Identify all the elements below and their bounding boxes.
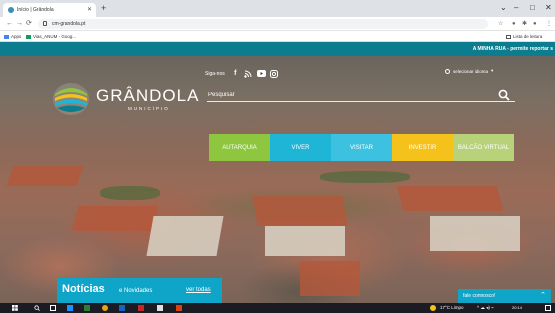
globe-icon [445,68,450,74]
logo-subtitle: MUNICÍPIO [128,106,170,111]
powerpoint-icon[interactable] [176,305,182,311]
photo-roof [71,206,159,231]
new-tab-button[interactable]: + [101,4,106,13]
system-tray-icons[interactable]: ^ ☁ ◂) ⌁ [477,305,494,311]
word-icon[interactable] [119,305,125,311]
browser-tab[interactable]: Início | Grândola ✕ [3,3,96,17]
rss-icon[interactable] [244,69,253,78]
weather-icon [430,305,436,311]
youtube-icon[interactable] [256,69,266,78]
photo-roof [6,166,84,186]
edge-icon[interactable] [67,305,73,311]
minimize-button[interactable]: – [514,3,518,12]
task-view-icon[interactable] [50,305,56,311]
browser-tab-bar: Início | Grândola ✕ + ⌄ – □ ✕ [0,0,555,17]
weather-text[interactable]: 17°C Limpo [440,305,464,311]
social-label: Siga-nos [205,70,225,77]
search-taskbar-icon[interactable] [34,305,40,311]
maximize-button[interactable]: □ [530,3,535,12]
bookmark-label: Lista de leitura [513,34,543,39]
excel-icon[interactable] [84,305,90,311]
news-subtitle: e Novidades [119,288,153,294]
windows-taskbar: 17°C Limpo ^ ☁ ◂) ⌁ 20:14 [0,303,555,313]
photo-roof [300,261,360,296]
language-label: selecionar idioma [453,68,489,74]
logo-name: GRÂNDOLA [96,86,200,105]
menu-autarquia[interactable]: AUTARQUIA [209,134,270,161]
back-icon[interactable]: ← [6,19,13,28]
facebook-icon[interactable]: f [231,69,240,78]
chrome-icon[interactable] [102,305,108,311]
search-icon[interactable] [498,89,510,101]
site-top-strip: A MINHA RUA - permite reportar s [0,42,555,56]
news-panel: Notícias e Novidades ver todas [57,278,222,303]
close-window-button[interactable]: ✕ [545,3,552,12]
contact-us-button[interactable]: fale connosco! ⌃ [458,289,551,303]
file-explorer-icon[interactable] [157,305,163,311]
search-input[interactable] [208,90,478,100]
url-field[interactable]: cm-grandola.pt [38,19,488,29]
reading-list[interactable]: Lista de leitura [506,34,542,39]
photo-roof [396,186,504,211]
bookmark-apps[interactable]: Apps [4,34,21,39]
photo-building [146,216,224,256]
windows-start-icon[interactable] [12,305,18,311]
grandola-logo-icon[interactable] [52,82,90,116]
news-title: Notícias [62,283,105,295]
reload-icon[interactable]: ⟳ [26,19,32,28]
chevron-down-icon: ▾ [491,68,494,73]
photo-building [430,216,520,251]
tab-search-icon[interactable]: ⌄ [500,3,507,12]
url-text: cm-grandola.pt [52,21,86,27]
menu-balcao-virtual[interactable]: BALCÃO VIRTUAL [453,134,514,161]
bookmark-label: Vias_ANUM - Goog... [33,34,77,39]
browser-menu-icon[interactable]: ⋮ [546,20,552,28]
menu-investir[interactable]: INVESTIR [392,134,453,161]
instagram-icon[interactable] [270,69,279,78]
chevron-up-icon: ⌃ [540,292,546,299]
profile-icon[interactable]: ● [533,20,537,28]
bookmark-vias[interactable]: Vias_ANUM - Goog... [26,34,76,39]
clock-time[interactable]: 20:14 [512,305,522,311]
app-icon[interactable] [138,305,144,311]
menu-viver[interactable]: VIVER [270,134,331,161]
site-search [207,88,515,102]
close-tab-icon[interactable]: ✕ [87,6,92,13]
extensions-puzzle-icon[interactable]: ✱ [522,20,527,28]
site-favicon-icon [8,7,14,13]
photo-trees [100,186,160,200]
photo-roof [252,196,348,226]
photo-building [265,226,345,256]
photo-trees [320,171,410,183]
bookmark-label: Apps [11,34,22,39]
reading-list-icon [506,34,511,39]
apps-grid-icon [4,34,9,39]
drive-icon [26,34,31,39]
bookmark-star-icon[interactable]: ☆ [498,20,503,28]
forward-icon[interactable]: → [16,19,23,28]
my-street-link[interactable]: A MINHA RUA - permite reportar s [473,46,553,52]
lock-icon [43,21,47,26]
language-selector[interactable]: selecionar idioma ▾ [445,68,493,74]
extension-icon[interactable]: ● [512,20,516,28]
bookmarks-bar: Apps Vias_ANUM - Goog... Lista de leitur… [0,31,555,42]
menu-visitar[interactable]: VISITAR [331,134,392,161]
tab-title: Início | Grândola [17,7,54,13]
contact-label: fale connosco! [463,293,496,299]
notifications-icon[interactable] [545,305,551,311]
see-all-news-link[interactable]: ver todas [186,287,211,293]
address-bar-row: ← → ⟳ cm-grandola.pt ☆ ● ✱ ● ⋮ [0,17,555,31]
main-menu: AUTARQUIA VIVER VISITAR INVESTIR BALCÃO … [209,134,514,161]
social-links: Siga-nos f [205,68,279,79]
